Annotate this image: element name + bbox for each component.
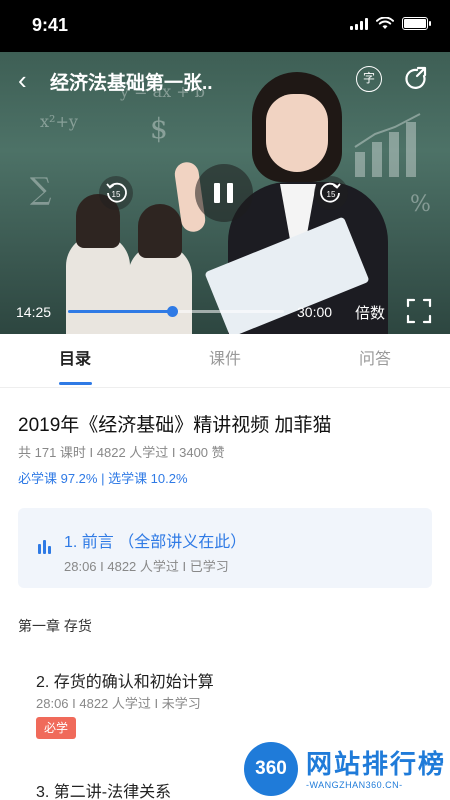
wifi-icon: [376, 17, 394, 29]
tab-courseware[interactable]: 课件: [150, 334, 300, 388]
skip-forward-icon: 15: [320, 182, 341, 203]
course-stats: 共 171 课时 I 4822 人学过 I 3400 赞: [18, 445, 225, 460]
progress-knob[interactable]: [166, 306, 178, 317]
fullscreen-icon[interactable]: [406, 298, 432, 324]
tab-bar: 目录 课件 问答: [0, 334, 450, 388]
current-lesson-item[interactable]: 1. 前言 （全部讲义在此） 28:06 I 4822 人学过 I 已学习: [18, 508, 432, 588]
total-time: 30:00: [297, 304, 333, 320]
playing-bars-icon: [38, 538, 51, 554]
skip-forward-button[interactable]: 15: [314, 176, 348, 210]
skip-back-icon: 15: [106, 182, 127, 203]
pause-icon-bar: [227, 183, 233, 203]
back-arrow-icon[interactable]: ‹: [18, 66, 40, 94]
pause-button[interactable]: [195, 164, 253, 222]
progress-bar[interactable]: [68, 306, 284, 317]
board-scribble: x²+y: [40, 112, 78, 131]
player-bottom-controls: 14:25 30:00 倍数: [0, 292, 450, 332]
lesson-meta: 28:06 I 4822 人学过 I 已学习: [64, 559, 229, 574]
lesson-title: 3. 第二讲-法律关系: [36, 784, 172, 800]
status-icons: [350, 17, 431, 30]
board-scribble: %: [410, 192, 431, 217]
speed-button[interactable]: 倍数: [355, 302, 385, 323]
battery-icon: [402, 17, 431, 30]
share-icon[interactable]: [404, 66, 430, 92]
subtitle-icon[interactable]: 字: [356, 66, 382, 92]
signal-icon: [350, 17, 368, 30]
lesson-title: 1. 前言 （全部讲义在此）: [64, 534, 247, 551]
board-scribble: $: [150, 112, 168, 145]
status-time: 9:41: [32, 15, 69, 35]
skip-back-button[interactable]: 15: [99, 176, 133, 210]
board-scribble: ∑: [30, 172, 52, 207]
required-badge: 必学: [36, 717, 77, 739]
current-time: 14:25: [16, 304, 52, 320]
status-bar: 9:41: [0, 0, 450, 52]
player-top-controls: ‹ 经济法基础第一张.. 字: [0, 52, 450, 108]
watermark: 360 网站排行榜 -WANGZHAN360.CN-: [244, 742, 450, 800]
video-title: 经济法基础第一张..: [50, 73, 213, 94]
chapter-title: 第一章 存货: [18, 618, 92, 634]
watermark-logo: 360: [244, 742, 298, 796]
lesson-meta: 28:06 I 4822 人学过 I 未学习: [36, 696, 201, 711]
course-title: 2019年《经济基础》精讲视频 加菲猫: [18, 415, 332, 436]
tab-catalog[interactable]: 目录: [0, 334, 150, 388]
skip-back-seconds: 15: [112, 190, 121, 199]
course-ratio: 必学课 97.2% | 选学课 10.2%: [18, 471, 188, 486]
skip-forward-seconds: 15: [327, 190, 336, 199]
tab-qa[interactable]: 问答: [300, 334, 450, 388]
watermark-sub: -WANGZHAN360.CN-: [306, 780, 403, 790]
progress-fill: [68, 310, 172, 313]
tab-active-indicator: [59, 382, 92, 385]
watermark-name: 网站排行榜: [306, 749, 447, 779]
lesson-title: 2. 存货的确认和初始计算: [36, 674, 214, 691]
pause-icon-bar: [214, 183, 220, 203]
video-player[interactable]: x²+y y = ax + b ∑ $ % ‹ 经济法基础第一张.. 字 15: [0, 52, 450, 334]
